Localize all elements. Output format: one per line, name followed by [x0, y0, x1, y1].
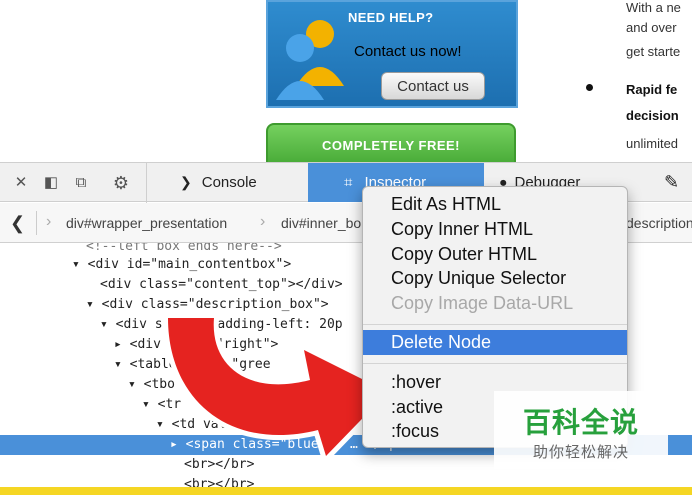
page-bold-line: Rapid fe [626, 82, 678, 97]
page-bold-line: decision [626, 108, 679, 123]
menu-item-delete-node[interactable]: Delete Node [363, 330, 627, 355]
notification-bar [0, 487, 692, 495]
contact-us-button[interactable]: Contact us [381, 72, 485, 100]
console-icon: ❯ [180, 174, 192, 190]
menu-item-copy-outer-html[interactable]: Copy Outer HTML [363, 242, 627, 267]
watermark-title: 百科全说 [522, 407, 639, 438]
expand-arrow-icon[interactable]: ▾ [142, 397, 158, 412]
chevron-left-icon[interactable]: ❮ [10, 213, 25, 234]
breadcrumb-item[interactable]: description [626, 215, 692, 231]
people-icon [276, 20, 344, 100]
toolbar-divider [146, 163, 147, 203]
tab-style-editor[interactable]: ✎ [664, 163, 679, 202]
webpage-content: NEED HELP? Contact us now! Contact us CO… [0, 0, 692, 162]
inspector-icon: ⌗ [344, 174, 353, 191]
expand-arrow-icon[interactable]: ▾ [86, 297, 102, 312]
page-text-line: With a ne [626, 0, 681, 15]
menu-item-copy-image-data-url: Copy Image Data-URL [391, 293, 574, 313]
breadcrumb-item[interactable]: div#inner_bo [281, 215, 361, 231]
style-editor-icon: ✎ [664, 172, 680, 192]
expand-arrow-icon[interactable]: ▾ [128, 377, 144, 392]
tab-console-label: Console [201, 174, 257, 191]
page-text-line: unlimited [626, 136, 679, 151]
dock-side-icon[interactable]: ◧ [42, 174, 60, 192]
need-help-title: NEED HELP? [348, 10, 434, 25]
completely-free-text: COMPLETELY FREE! [321, 138, 461, 153]
close-icon[interactable]: ✕ [12, 174, 30, 192]
tab-console[interactable]: ❯ Console [180, 163, 257, 202]
breadcrumb-divider [36, 211, 37, 235]
breadcrumb-item[interactable]: div#wrapper_presentation [66, 215, 227, 231]
expand-arrow-icon[interactable]: ▾ [114, 357, 130, 372]
chevron-right-icon: › [260, 213, 266, 230]
collapse-arrow-icon[interactable]: ▸ [170, 437, 186, 452]
watermark-subtitle: 助你轻松解决 [532, 444, 629, 461]
expand-arrow-icon[interactable]: ▾ [100, 317, 116, 332]
page-text-line: and over [626, 20, 677, 35]
watermark-logo: 百科全说 助你轻松解决 [494, 391, 668, 469]
expand-arrow-icon[interactable]: ▾ [72, 257, 88, 272]
expand-arrow-icon[interactable]: ▾ [156, 417, 172, 432]
menu-separator [363, 324, 627, 325]
gear-icon[interactable]: ⚙ [112, 174, 130, 192]
menu-item-copy-inner-html[interactable]: Copy Inner HTML [363, 217, 627, 242]
menu-item-copy-unique-selector[interactable]: Copy Unique Selector [363, 266, 627, 291]
chevron-right-icon: › [46, 213, 52, 230]
split-window-icon[interactable]: ⧉ [72, 174, 90, 192]
menu-separator [363, 363, 627, 364]
contact-us-now-text: Contact us now! [354, 43, 462, 60]
collapse-arrow-icon[interactable]: ▸ [114, 337, 130, 352]
completely-free-box[interactable]: COMPLETELY FREE! [266, 123, 516, 162]
menu-item-edit-as-html[interactable]: Edit As HTML [363, 192, 627, 217]
markup-line[interactable]: <br></br> [0, 475, 692, 487]
page-text-line: get starte [626, 44, 681, 59]
bullet-point [586, 84, 593, 91]
